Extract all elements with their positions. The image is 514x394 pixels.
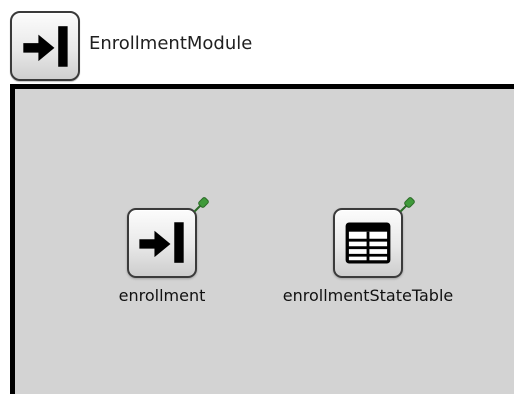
pin-icon <box>398 196 416 214</box>
module-title: EnrollmentModule <box>89 33 253 54</box>
module-canvas[interactable]: enrollment enrollmentStateTable <box>10 84 514 394</box>
enrollment-state-table-label: enrollmentStateTable <box>282 286 454 305</box>
pin-icon <box>192 196 210 214</box>
enrollment-label: enrollment <box>118 286 206 305</box>
module-header: EnrollmentModule <box>0 0 514 84</box>
module-input-icon[interactable] <box>10 11 80 81</box>
enrollment-input-icon[interactable] <box>127 208 197 278</box>
table-grid-icon[interactable] <box>333 208 403 278</box>
module-window: EnrollmentModule enrollment enrollmentSt… <box>0 0 514 394</box>
